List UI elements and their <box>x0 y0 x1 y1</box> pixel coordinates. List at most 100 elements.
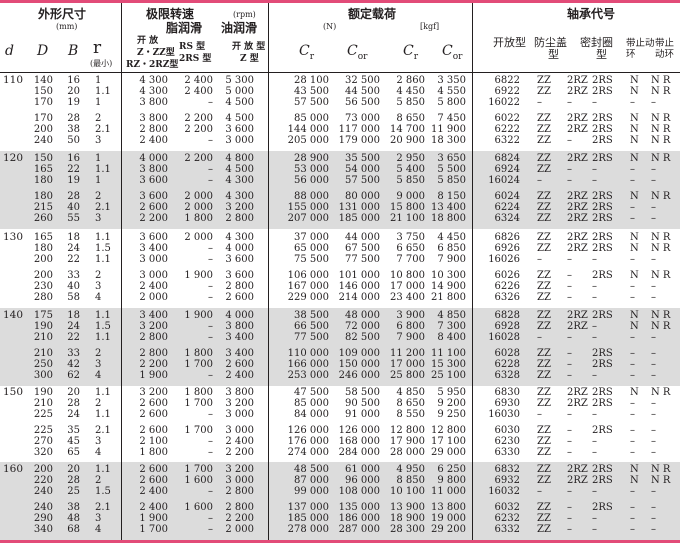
table-cell: 2RZ <box>567 191 588 202</box>
table-row: 210 22 1.1 2 800 – 3 400 77 500 82 500 7 900 8 40… <box>0 332 680 343</box>
table-cell: – <box>592 321 597 332</box>
table-header: 外形尺寸 (mm) d D B r (最小) 极限转速 (rpm) 脂润滑 油润… <box>0 3 680 73</box>
table-cell: 3 <box>95 281 102 292</box>
speed-header: 极限转速 <box>146 7 195 21</box>
divider-dim <box>121 3 122 540</box>
table-cell: – <box>592 281 597 292</box>
table-cell: ZZ <box>537 86 551 97</box>
table-cell: – <box>208 292 213 303</box>
table-cell: 175 <box>33 310 53 321</box>
table-row: 200 38 2.1 2 800 2 200 3 600 144 000 117 000 14 … <box>0 124 680 135</box>
bore-group: 110 140 16 1 4 300 2 400 5 300 28 100 32 500 2 86… <box>0 73 680 151</box>
table-cell: 6326 <box>494 292 520 303</box>
table-cell: 6028 <box>494 348 520 359</box>
table-cell: 9 800 <box>437 475 466 486</box>
table-cell: – <box>208 524 213 535</box>
col-snap-ring: 带止动 <box>626 38 655 49</box>
table-cell: N <box>630 191 639 202</box>
table-cell: 3 800 <box>139 164 168 175</box>
table-cell: 150 000 <box>338 359 380 370</box>
table-cell: 200 <box>33 464 53 475</box>
table-cell: 110 000 <box>287 348 329 359</box>
table-cell: – <box>630 202 635 213</box>
table-cell: 77 500 <box>294 332 329 343</box>
table-cell: 3 600 <box>139 191 168 202</box>
table-cell: 1.1 <box>95 464 111 475</box>
table-cell: 17 900 <box>390 436 425 447</box>
table-cell: 1.1 <box>95 310 111 321</box>
table-cell: 210 <box>33 348 53 359</box>
table-cell: – <box>630 447 635 458</box>
table-cell: – <box>208 436 213 447</box>
table-cell: 205 000 <box>287 135 329 146</box>
table-cell: – <box>537 175 542 186</box>
table-cell: 150 <box>33 86 53 97</box>
table-cell: 73 000 <box>345 113 380 124</box>
table-cell: 6824 <box>494 153 520 164</box>
table-cell: 4 850 <box>437 310 466 321</box>
table-cell: ZZ <box>537 436 551 447</box>
table-row: 190 20 1.1 3 200 1 800 3 800 47 500 58 500 4 850… <box>0 387 680 398</box>
table-cell: 12 800 <box>390 425 425 436</box>
table-row: 280 58 4 2 000 – 2 600 229 000 214 000 23 400 21 … <box>0 292 680 303</box>
table-cell: 2 <box>95 348 102 359</box>
table-cell: 8 850 <box>396 475 425 486</box>
table-cell: – <box>567 513 572 524</box>
table-cell: – <box>592 97 597 108</box>
table-cell: 2 800 <box>139 124 168 135</box>
table-cell: 19 <box>67 97 80 108</box>
table-cell: 6924 <box>494 164 520 175</box>
table-cell: 2RS <box>592 310 613 321</box>
col-r: r <box>93 38 102 58</box>
table-cell: 6822 <box>494 75 520 86</box>
table-cell: 5 950 <box>437 387 466 398</box>
table-cell: 3 600 <box>225 124 254 135</box>
table-cell: – <box>537 97 542 108</box>
table-row: 215 40 2.1 2 600 2 000 3 200 155 000 131 000 15 … <box>0 202 680 213</box>
table-cell: 7 450 <box>437 113 466 124</box>
table-cell: 16028 <box>488 332 520 343</box>
table-cell: 6022 <box>494 113 520 124</box>
table-cell: 85 000 <box>294 113 329 124</box>
table-cell: 25 800 <box>390 370 425 381</box>
table-cell: 1 600 <box>184 502 213 513</box>
table-cell: 146 000 <box>338 281 380 292</box>
table-cell: 2RZ <box>567 75 588 86</box>
table-cell: 28 100 <box>294 75 329 86</box>
table-cell: 3 <box>95 513 102 524</box>
table-cell: 1.1 <box>95 164 111 175</box>
load-unit-n: (N) <box>323 22 337 31</box>
table-cell: 24 <box>67 321 80 332</box>
table-cell: – <box>630 486 635 497</box>
table-cell: 300 <box>33 370 53 381</box>
table-cell: 38 <box>67 502 80 513</box>
table-cell: N R <box>651 243 671 254</box>
z-type-label: Z 型 <box>240 54 259 64</box>
table-cell: – <box>208 135 213 146</box>
table-cell: 22 <box>67 254 80 265</box>
table-cell: 4 300 <box>225 232 254 243</box>
table-cell: – <box>651 425 656 436</box>
table-cell: 3 000 <box>225 135 254 146</box>
table-cell: 4 500 <box>225 164 254 175</box>
table-cell: 2RS <box>592 232 613 243</box>
table-cell: 274 000 <box>287 447 329 458</box>
table-cell: 1 700 <box>184 359 213 370</box>
table-cell: 4 500 <box>225 97 254 108</box>
table-cell: – <box>592 524 597 535</box>
table-cell: – <box>630 332 635 343</box>
table-cell: 6330 <box>494 447 520 458</box>
table-cell: 1 800 <box>184 213 213 224</box>
table-cell: 3 900 <box>396 310 425 321</box>
table-cell: 4 <box>95 370 102 381</box>
table-cell: 16024 <box>488 175 520 186</box>
table-cell: 6228 <box>494 359 520 370</box>
table-cell: ZZ <box>537 310 551 321</box>
table-cell: 28 <box>67 398 80 409</box>
table-cell: 6922 <box>494 86 520 97</box>
table-cell: 246 000 <box>338 370 380 381</box>
table-cell: 35 500 <box>345 153 380 164</box>
table-cell: 4 <box>95 292 102 303</box>
table-cell: 2RS <box>592 86 613 97</box>
table-cell: N <box>630 113 639 124</box>
